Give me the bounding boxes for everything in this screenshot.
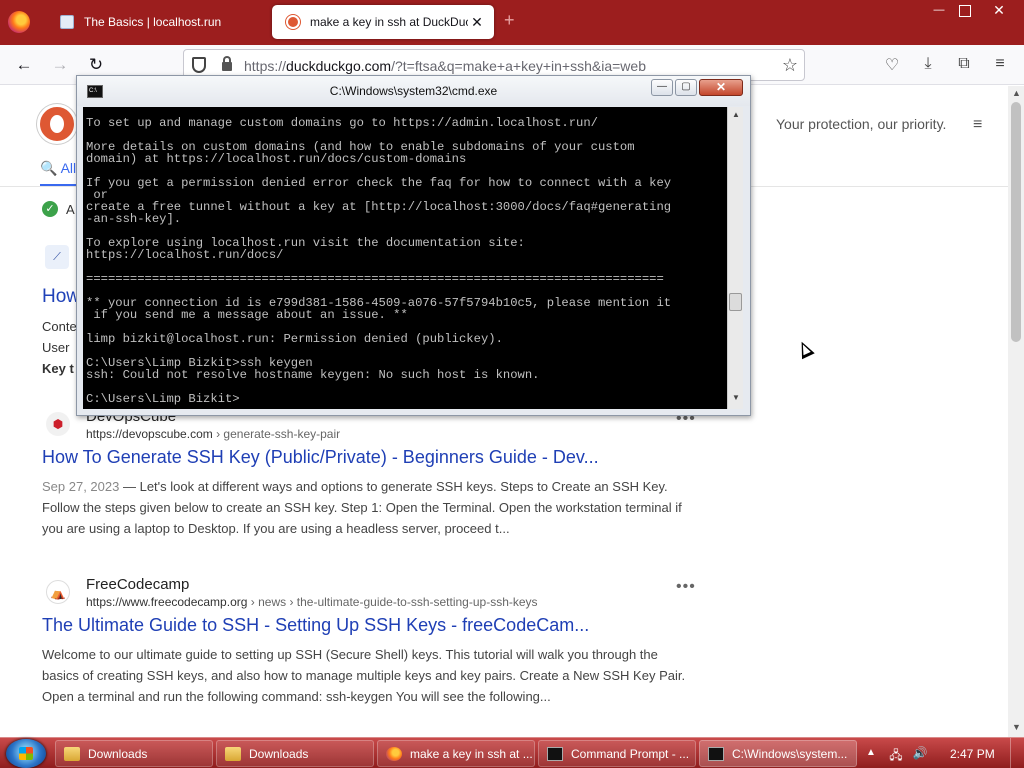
extensions-icon[interactable]: ⧉ <box>954 55 974 73</box>
cmd-window[interactable]: C:\ C:\Windows\system32\cmd.exe — ▢ ✕ To… <box>76 75 751 416</box>
cmd-maximize-button[interactable]: ▢ <box>675 79 697 96</box>
result-source-name[interactable]: FreeCodecamp <box>86 576 189 593</box>
menu-icon[interactable]: ≡ <box>990 55 1010 73</box>
close-tab-icon[interactable]: ✕ <box>468 14 486 31</box>
back-button[interactable]: ← <box>12 53 36 77</box>
scroll-down-arrow-icon[interactable]: ▼ <box>1012 722 1021 732</box>
close-window-button[interactable]: ✕ <box>985 2 1013 20</box>
result-title-link[interactable]: How <box>42 286 80 308</box>
start-button[interactable] <box>6 739 46 768</box>
scrollbar-thumb[interactable] <box>729 293 742 311</box>
page-icon <box>60 15 74 29</box>
pocket-icon[interactable]: ♡ <box>882 55 902 75</box>
devopscube-site-icon: ⬢ <box>46 412 70 436</box>
snippet-line: Key t <box>42 361 74 376</box>
scroll-up-arrow-icon[interactable]: ▲ <box>1012 88 1021 98</box>
result-snippet: Welcome to our ultimate guide to setting… <box>42 647 686 704</box>
result-date: Sep 27, 2023 <box>42 479 120 494</box>
tab-label: make a key in ssh at DuckDuckGo <box>310 15 468 29</box>
taskbar-button-downloads[interactable]: Downloads <box>55 740 213 767</box>
snippet-line: Conte <box>42 319 77 334</box>
result-url[interactable]: https://devopscube.com › generate-ssh-ke… <box>86 427 340 441</box>
bookmark-star-icon[interactable]: ☆ <box>782 55 798 76</box>
more-options-icon[interactable]: ••• <box>676 578 696 596</box>
verified-text: A <box>66 202 75 217</box>
tab-all-label: All <box>60 160 77 176</box>
result-title-link[interactable]: The Ultimate Guide to SSH - Setting Up S… <box>42 615 589 636</box>
volume-icon[interactable]: 🔊 <box>912 746 928 760</box>
result-url-host: https://devopscube.com <box>86 427 213 441</box>
duckduckgo-icon <box>286 15 300 29</box>
url-host: duckduckgo.com <box>286 58 392 74</box>
taskbar-clock[interactable]: 2:47 PM <box>950 747 995 761</box>
scrollbar-thumb[interactable] <box>1011 102 1021 342</box>
cmd-window-title: C:\Windows\system32\cmd.exe <box>329 84 498 98</box>
cmd-titlebar[interactable]: C:\ C:\Windows\system32\cmd.exe — ▢ ✕ <box>77 76 750 106</box>
network-icon[interactable]: 🖧 <box>888 746 904 762</box>
lock-icon[interactable] <box>222 56 232 71</box>
tab-duckduckgo-search[interactable]: make a key in ssh at DuckDuckGo ✕ <box>272 5 494 39</box>
taskbar-button-firefox[interactable]: make a key in ssh at ... <box>377 740 535 767</box>
tab-all[interactable]: 🔍 All <box>40 160 76 177</box>
console-scrollbar[interactable]: ▲ ▼ <box>727 107 743 409</box>
tracking-protection-icon[interactable] <box>192 57 206 73</box>
downloads-icon[interactable]: ⤓ <box>918 55 938 73</box>
freecodecamp-site-icon: ⛺ <box>46 580 70 604</box>
firefox-icon[interactable] <box>8 11 30 33</box>
taskbar-button-label: Command Prompt - ... <box>571 746 690 761</box>
maximize-window-button[interactable] <box>959 5 971 17</box>
folder-icon <box>225 746 241 761</box>
minimize-window-button[interactable]: — <box>928 2 950 20</box>
cmd-minimize-button[interactable]: — <box>651 79 673 96</box>
taskbar-button-label: Downloads <box>249 746 309 761</box>
result-url-host: https://www.freecodecamp.org <box>86 595 248 609</box>
taskbar-button-downloads[interactable]: Downloads <box>216 740 374 767</box>
taskbar-button-label: C:\Windows\system... <box>732 746 848 761</box>
show-hidden-icons-arrow-icon[interactable]: ▲ <box>866 747 876 758</box>
url-text[interactable]: https://duckduckgo.com/?t=ftsa&q=make+a+… <box>244 58 646 74</box>
url-rest: /?t=ftsa&q=make+a+key+in+ssh&ia=web <box>391 58 646 74</box>
result-snippet: Sep 27, 2023 — Let's look at different w… <box>42 479 682 536</box>
tab-label: The Basics | localhost.run <box>84 15 222 29</box>
taskbar-button-cmd-exe[interactable]: C:\Windows\system... <box>699 740 857 767</box>
protection-tagline: Your protection, our priority. <box>776 116 947 132</box>
browser-tab-strip: The Basics | localhost.run make a key in… <box>0 0 1024 45</box>
cmd-icon <box>547 746 563 761</box>
taskbar-button-label: Downloads <box>88 746 148 761</box>
new-tab-button[interactable]: + <box>504 10 515 31</box>
result-site-icon: ⟋ <box>45 245 69 269</box>
cmd-close-button[interactable]: ✕ <box>699 79 743 96</box>
page-scrollbar[interactable]: ▲ ▼ <box>1008 86 1024 737</box>
mouse-cursor-icon <box>795 338 815 360</box>
folder-icon <box>64 746 80 761</box>
reload-button[interactable]: ↻ <box>84 53 108 77</box>
checkmark-icon: ✓ <box>42 201 58 217</box>
scroll-up-arrow-icon[interactable]: ▲ <box>732 110 740 119</box>
cmd-icon <box>708 746 724 761</box>
firefox-icon <box>386 746 402 761</box>
console-text[interactable]: To set up and manage custom domains go t… <box>86 117 671 405</box>
scroll-down-arrow-icon[interactable]: ▼ <box>732 393 740 402</box>
windows-taskbar: Downloads Downloads make a key in ssh at… <box>0 737 1024 768</box>
console-output[interactable]: To set up and manage custom domains go t… <box>83 107 727 409</box>
hamburger-menu-icon[interactable]: ≡ <box>973 116 989 134</box>
tab-basics-localhost[interactable]: The Basics | localhost.run <box>46 5 268 39</box>
result-title-link[interactable]: How To Generate SSH Key (Public/Private)… <box>42 447 599 468</box>
forward-button[interactable]: → <box>48 53 72 77</box>
snippet-line: User <box>42 340 70 355</box>
result-url[interactable]: https://www.freecodecamp.org › news › th… <box>86 595 538 609</box>
result-url-path: › news › the-ultimate-guide-to-ssh-setti… <box>250 595 538 609</box>
taskbar-button-label: make a key in ssh at ... <box>410 746 533 761</box>
taskbar-button-command-prompt[interactable]: Command Prompt - ... <box>538 740 696 767</box>
url-prefix: https:// <box>244 58 287 74</box>
result-snippet-text: Let's look at different ways and options… <box>42 479 682 536</box>
result-snippet: Conte User Key t <box>42 316 77 379</box>
duckduckgo-logo[interactable] <box>37 104 77 144</box>
show-desktop-button[interactable] <box>1010 738 1024 768</box>
result-url-path: › generate-ssh-key-pair <box>216 427 341 441</box>
